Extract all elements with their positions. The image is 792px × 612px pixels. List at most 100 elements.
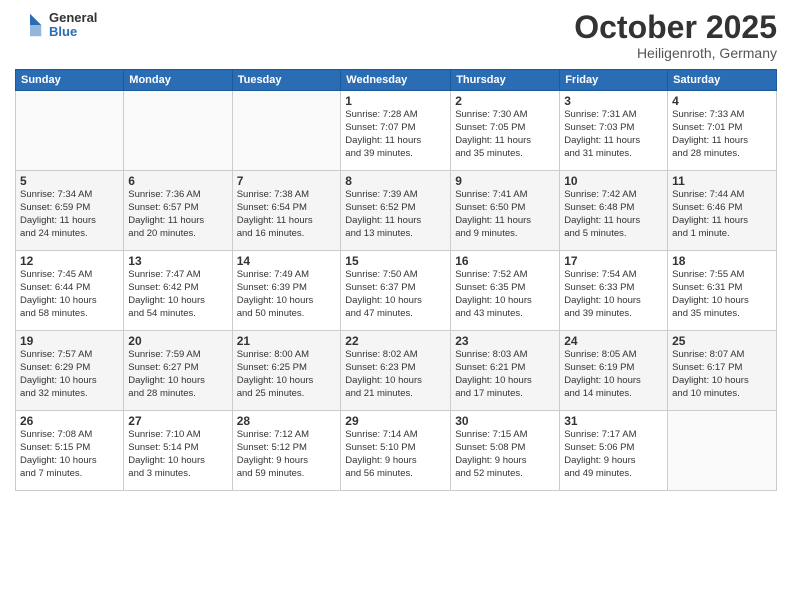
day-number: 11	[672, 174, 772, 188]
day-info: Sunrise: 7:17 AM Sunset: 5:06 PM Dayligh…	[564, 429, 663, 480]
calendar-cell	[668, 411, 777, 491]
calendar-cell: 22Sunrise: 8:02 AM Sunset: 6:23 PM Dayli…	[341, 331, 451, 411]
calendar-cell: 5Sunrise: 7:34 AM Sunset: 6:59 PM Daylig…	[16, 171, 124, 251]
calendar-cell: 16Sunrise: 7:52 AM Sunset: 6:35 PM Dayli…	[451, 251, 560, 331]
header-row: Sunday Monday Tuesday Wednesday Thursday…	[16, 70, 777, 91]
day-number: 4	[672, 94, 772, 108]
day-info: Sunrise: 7:10 AM Sunset: 5:14 PM Dayligh…	[128, 429, 227, 480]
calendar-cell: 29Sunrise: 7:14 AM Sunset: 5:10 PM Dayli…	[341, 411, 451, 491]
day-info: Sunrise: 7:49 AM Sunset: 6:39 PM Dayligh…	[237, 269, 337, 320]
day-number: 27	[128, 414, 227, 428]
day-info: Sunrise: 7:42 AM Sunset: 6:48 PM Dayligh…	[564, 189, 663, 240]
calendar-cell: 27Sunrise: 7:10 AM Sunset: 5:14 PM Dayli…	[124, 411, 232, 491]
day-number: 5	[20, 174, 119, 188]
day-number: 1	[345, 94, 446, 108]
day-number: 30	[455, 414, 555, 428]
day-number: 3	[564, 94, 663, 108]
calendar-cell: 6Sunrise: 7:36 AM Sunset: 6:57 PM Daylig…	[124, 171, 232, 251]
day-number: 19	[20, 334, 119, 348]
calendar-cell: 2Sunrise: 7:30 AM Sunset: 7:05 PM Daylig…	[451, 91, 560, 171]
logo-icon	[15, 10, 45, 40]
day-info: Sunrise: 7:34 AM Sunset: 6:59 PM Dayligh…	[20, 189, 119, 240]
day-number: 29	[345, 414, 446, 428]
calendar-cell	[16, 91, 124, 171]
day-info: Sunrise: 7:12 AM Sunset: 5:12 PM Dayligh…	[237, 429, 337, 480]
day-info: Sunrise: 7:57 AM Sunset: 6:29 PM Dayligh…	[20, 349, 119, 400]
day-info: Sunrise: 7:52 AM Sunset: 6:35 PM Dayligh…	[455, 269, 555, 320]
day-number: 8	[345, 174, 446, 188]
logo-text: General Blue	[49, 11, 97, 40]
day-number: 16	[455, 254, 555, 268]
calendar-cell	[232, 91, 341, 171]
day-info: Sunrise: 7:08 AM Sunset: 5:15 PM Dayligh…	[20, 429, 119, 480]
location-subtitle: Heiligenroth, Germany	[574, 45, 777, 61]
calendar-cell: 30Sunrise: 7:15 AM Sunset: 5:08 PM Dayli…	[451, 411, 560, 491]
day-info: Sunrise: 7:38 AM Sunset: 6:54 PM Dayligh…	[237, 189, 337, 240]
day-info: Sunrise: 7:50 AM Sunset: 6:37 PM Dayligh…	[345, 269, 446, 320]
logo: General Blue	[15, 10, 97, 40]
calendar-cell: 19Sunrise: 7:57 AM Sunset: 6:29 PM Dayli…	[16, 331, 124, 411]
col-wednesday: Wednesday	[341, 70, 451, 91]
calendar-cell: 20Sunrise: 7:59 AM Sunset: 6:27 PM Dayli…	[124, 331, 232, 411]
calendar-cell: 8Sunrise: 7:39 AM Sunset: 6:52 PM Daylig…	[341, 171, 451, 251]
title-block: October 2025 Heiligenroth, Germany	[574, 10, 777, 61]
calendar-cell: 12Sunrise: 7:45 AM Sunset: 6:44 PM Dayli…	[16, 251, 124, 331]
col-saturday: Saturday	[668, 70, 777, 91]
calendar-cell: 1Sunrise: 7:28 AM Sunset: 7:07 PM Daylig…	[341, 91, 451, 171]
col-friday: Friday	[560, 70, 668, 91]
calendar-cell: 23Sunrise: 8:03 AM Sunset: 6:21 PM Dayli…	[451, 331, 560, 411]
day-number: 14	[237, 254, 337, 268]
day-number: 23	[455, 334, 555, 348]
day-number: 18	[672, 254, 772, 268]
calendar-cell	[124, 91, 232, 171]
calendar-cell: 25Sunrise: 8:07 AM Sunset: 6:17 PM Dayli…	[668, 331, 777, 411]
calendar-cell: 28Sunrise: 7:12 AM Sunset: 5:12 PM Dayli…	[232, 411, 341, 491]
calendar-cell: 17Sunrise: 7:54 AM Sunset: 6:33 PM Dayli…	[560, 251, 668, 331]
calendar-week-1: 1Sunrise: 7:28 AM Sunset: 7:07 PM Daylig…	[16, 91, 777, 171]
month-title: October 2025	[574, 10, 777, 45]
day-info: Sunrise: 7:28 AM Sunset: 7:07 PM Dayligh…	[345, 109, 446, 160]
day-info: Sunrise: 8:07 AM Sunset: 6:17 PM Dayligh…	[672, 349, 772, 400]
col-tuesday: Tuesday	[232, 70, 341, 91]
day-info: Sunrise: 7:15 AM Sunset: 5:08 PM Dayligh…	[455, 429, 555, 480]
day-info: Sunrise: 8:00 AM Sunset: 6:25 PM Dayligh…	[237, 349, 337, 400]
calendar-cell: 18Sunrise: 7:55 AM Sunset: 6:31 PM Dayli…	[668, 251, 777, 331]
day-number: 13	[128, 254, 227, 268]
day-number: 22	[345, 334, 446, 348]
calendar-cell: 24Sunrise: 8:05 AM Sunset: 6:19 PM Dayli…	[560, 331, 668, 411]
day-info: Sunrise: 7:55 AM Sunset: 6:31 PM Dayligh…	[672, 269, 772, 320]
day-number: 7	[237, 174, 337, 188]
day-info: Sunrise: 8:02 AM Sunset: 6:23 PM Dayligh…	[345, 349, 446, 400]
logo-blue: Blue	[49, 25, 97, 39]
calendar-cell: 21Sunrise: 8:00 AM Sunset: 6:25 PM Dayli…	[232, 331, 341, 411]
day-info: Sunrise: 7:45 AM Sunset: 6:44 PM Dayligh…	[20, 269, 119, 320]
logo-general: General	[49, 11, 97, 25]
day-info: Sunrise: 7:33 AM Sunset: 7:01 PM Dayligh…	[672, 109, 772, 160]
day-number: 12	[20, 254, 119, 268]
calendar-week-4: 19Sunrise: 7:57 AM Sunset: 6:29 PM Dayli…	[16, 331, 777, 411]
day-number: 9	[455, 174, 555, 188]
calendar-cell: 31Sunrise: 7:17 AM Sunset: 5:06 PM Dayli…	[560, 411, 668, 491]
header: General Blue October 2025 Heiligenroth, …	[15, 10, 777, 61]
day-number: 21	[237, 334, 337, 348]
day-number: 28	[237, 414, 337, 428]
calendar-cell: 26Sunrise: 7:08 AM Sunset: 5:15 PM Dayli…	[16, 411, 124, 491]
day-info: Sunrise: 8:03 AM Sunset: 6:21 PM Dayligh…	[455, 349, 555, 400]
col-monday: Monday	[124, 70, 232, 91]
calendar-cell: 10Sunrise: 7:42 AM Sunset: 6:48 PM Dayli…	[560, 171, 668, 251]
day-number: 6	[128, 174, 227, 188]
day-number: 15	[345, 254, 446, 268]
day-number: 17	[564, 254, 663, 268]
day-info: Sunrise: 7:30 AM Sunset: 7:05 PM Dayligh…	[455, 109, 555, 160]
day-info: Sunrise: 7:39 AM Sunset: 6:52 PM Dayligh…	[345, 189, 446, 240]
calendar-cell: 4Sunrise: 7:33 AM Sunset: 7:01 PM Daylig…	[668, 91, 777, 171]
page: General Blue October 2025 Heiligenroth, …	[0, 0, 792, 612]
day-info: Sunrise: 7:36 AM Sunset: 6:57 PM Dayligh…	[128, 189, 227, 240]
day-info: Sunrise: 7:47 AM Sunset: 6:42 PM Dayligh…	[128, 269, 227, 320]
calendar-cell: 13Sunrise: 7:47 AM Sunset: 6:42 PM Dayli…	[124, 251, 232, 331]
calendar-cell: 7Sunrise: 7:38 AM Sunset: 6:54 PM Daylig…	[232, 171, 341, 251]
day-number: 24	[564, 334, 663, 348]
calendar-cell: 3Sunrise: 7:31 AM Sunset: 7:03 PM Daylig…	[560, 91, 668, 171]
col-sunday: Sunday	[16, 70, 124, 91]
calendar-week-2: 5Sunrise: 7:34 AM Sunset: 6:59 PM Daylig…	[16, 171, 777, 251]
